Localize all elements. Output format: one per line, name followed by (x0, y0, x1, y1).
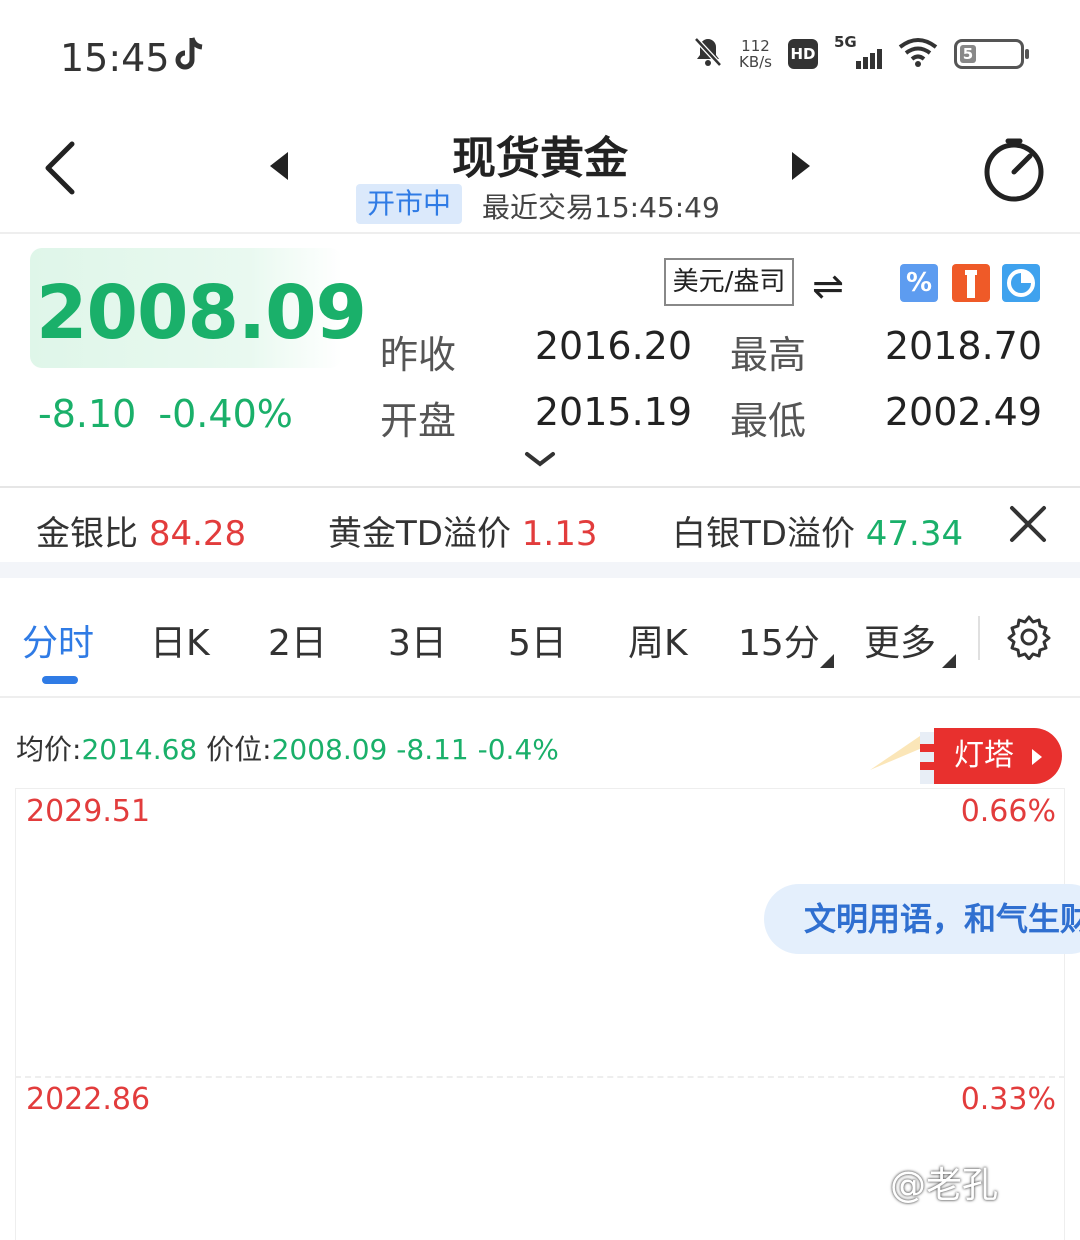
position-change: -8.11 (396, 733, 469, 766)
network-type: 5G (834, 33, 857, 51)
tab-daily-k[interactable]: 日K (150, 614, 210, 666)
wifi-icon (898, 37, 938, 71)
divider (0, 696, 1080, 698)
refresh-timer-icon[interactable] (982, 138, 1046, 206)
silver-td-premium: 白银TD溢价 47.34 (672, 514, 964, 554)
hd-badge: HD (788, 39, 818, 69)
market-status-badge: 开市中 (356, 184, 462, 224)
low-label: 最低 (730, 399, 807, 443)
swap-unit-icon[interactable]: ⇌ (812, 264, 844, 308)
chart-gridline (15, 1076, 1065, 1078)
divider (978, 616, 980, 660)
avg-price-value: 2014.68 (81, 733, 198, 766)
axis-top-price: 2029.51 (26, 794, 151, 829)
divider (0, 486, 1080, 488)
high-value: 2018.70 (884, 324, 1042, 368)
page-title: 现货黄金 (452, 133, 628, 184)
tab-15-min[interactable]: 15分 (738, 614, 820, 666)
tab-3-day[interactable]: 3日 (388, 614, 447, 666)
watermark: @老孔 (890, 1165, 999, 1206)
gold-td-value: 1.13 (521, 514, 598, 554)
tab-weekly-k[interactable]: 周K (628, 614, 688, 666)
tab-more[interactable]: 更多 (864, 614, 936, 666)
lighthouse-button[interactable]: 灯塔 (934, 728, 1062, 784)
lighthouse-icon (870, 722, 940, 790)
last-trade-time: 最近交易15:45:49 (482, 191, 720, 224)
open-label: 开盘 (380, 399, 457, 443)
tab-intraday[interactable]: 分时 (22, 614, 94, 666)
change-percent: -0.40% (158, 392, 293, 436)
dropdown-triangle-icon (942, 654, 956, 668)
tab-2-day[interactable]: 2日 (268, 614, 327, 666)
price-change: -8.10 -0.40% (38, 392, 293, 436)
axis-mid-percent: 0.33% (960, 1082, 1056, 1117)
tab-5-day[interactable]: 5日 (508, 614, 567, 666)
play-arrow-icon (1031, 748, 1042, 765)
high-label: 最高 (730, 333, 807, 377)
status-time: 15:45 (60, 36, 170, 80)
avg-price-line: 均价:2014.68 价位:2008.09 -8.11 -0.4% (16, 733, 559, 766)
expand-chevron-icon[interactable] (524, 450, 556, 472)
lighthouse-tool-icon[interactable] (952, 264, 990, 302)
next-instrument-button[interactable] (792, 152, 810, 180)
chat-toast: 文明用语，和气生财 (764, 884, 1080, 954)
gold-td-premium: 黄金TD溢价 1.13 (328, 514, 598, 554)
position-value: 2008.09 (271, 733, 388, 766)
current-price: 2008.09 (36, 270, 367, 356)
tiktok-icon (172, 34, 208, 78)
axis-mid-price: 2022.86 (26, 1082, 151, 1117)
low-value: 2002.49 (884, 390, 1042, 434)
battery-icon: 5 (954, 39, 1029, 69)
gold-silver-ratio: 金银比 84.28 (36, 514, 247, 554)
pie-chart-icon[interactable] (1002, 264, 1040, 302)
signal-icon: 5G (834, 33, 882, 69)
mute-bell-icon (693, 36, 723, 72)
position-percent: -0.4% (477, 733, 559, 766)
prev-close-label: 昨收 (380, 333, 457, 377)
prev-close-value: 2016.20 (534, 324, 692, 368)
active-tab-indicator (42, 676, 78, 684)
unit-selector-button[interactable]: 美元/盎司 (664, 258, 794, 306)
dropdown-triangle-icon (820, 654, 834, 668)
axis-top-percent: 0.66% (960, 794, 1056, 829)
section-gap (0, 562, 1080, 578)
net-speed: 112 KB/s (739, 37, 772, 71)
close-icon[interactable] (1008, 504, 1048, 548)
percent-tool-icon[interactable]: % (900, 264, 938, 302)
gear-icon[interactable] (1006, 614, 1052, 664)
status-icons: 112 KB/s HD 5G 5 (693, 33, 1029, 72)
change-value: -8.10 (38, 392, 137, 436)
silver-td-value: 47.34 (865, 514, 964, 554)
battery-level: 5 (960, 45, 976, 63)
divider (0, 232, 1080, 234)
gold-silver-value: 84.28 (148, 514, 247, 554)
open-value: 2015.19 (534, 390, 692, 434)
